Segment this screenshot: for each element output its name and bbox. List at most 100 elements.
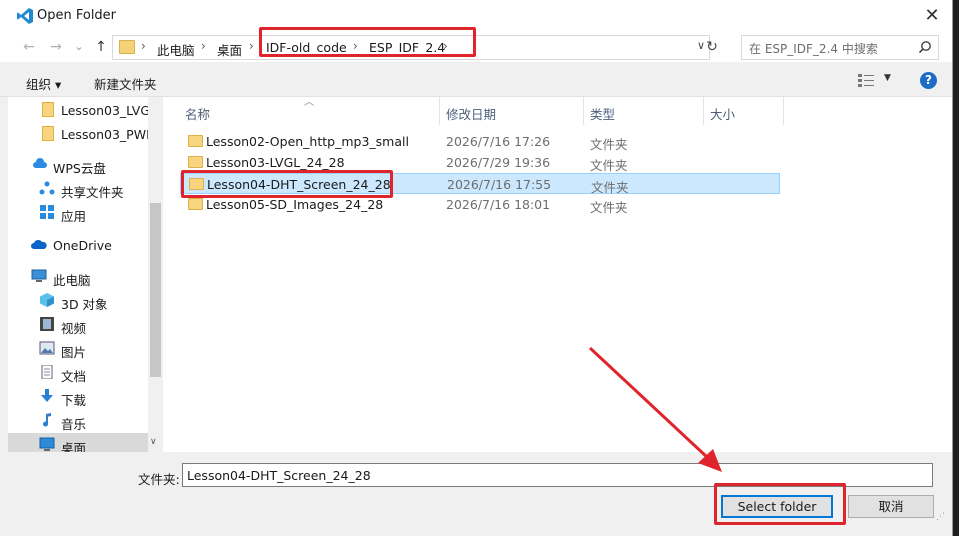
file-name: Lesson03-LVGL_24_28 bbox=[206, 155, 345, 170]
column-header-modified[interactable]: 修改日期 bbox=[440, 97, 584, 125]
video-icon bbox=[40, 317, 54, 331]
sidebar-item-lesson03-pwm[interactable]: Lesson03_PWM bbox=[8, 122, 157, 146]
view-dropdown-icon[interactable]: ▼ bbox=[884, 73, 891, 83]
onedrive-icon bbox=[31, 239, 47, 249]
file-modified: 2026/7/16 17:55 bbox=[447, 177, 552, 192]
folder-icon bbox=[188, 198, 203, 210]
sidebar-item-desktop[interactable]: 桌面 bbox=[8, 433, 148, 452]
sidebar-item-label: 桌面 bbox=[61, 441, 87, 452]
sidebar-item-label: 共享文件夹 bbox=[61, 185, 124, 200]
sidebar-item-wps-cloud[interactable]: WPS云盘 bbox=[8, 153, 148, 177]
cloud-icon bbox=[33, 158, 47, 168]
file-modified: 2026/7/16 18:01 bbox=[446, 197, 551, 212]
select-folder-button[interactable]: Select folder bbox=[721, 495, 833, 518]
sidebar-item-lesson03-lvgl[interactable]: Lesson03_LVGL bbox=[8, 98, 157, 122]
cancel-button[interactable]: 取消 bbox=[848, 495, 934, 518]
recent-locations-button[interactable]: ⌄ bbox=[70, 38, 88, 56]
breadcrumb-this-pc[interactable]: 此电脑 bbox=[157, 40, 195, 59]
sidebar-item-label: OneDrive bbox=[53, 238, 112, 253]
vscode-icon bbox=[17, 8, 33, 24]
folder-icon bbox=[42, 126, 54, 141]
breadcrumb-separator: › bbox=[201, 39, 206, 53]
column-header-label: 名称 bbox=[185, 107, 211, 122]
file-type: 文件夹 bbox=[590, 137, 628, 152]
column-header-size[interactable]: 大小 bbox=[704, 97, 784, 125]
back-button[interactable]: ← bbox=[20, 38, 38, 56]
column-header-label: 大小 bbox=[710, 107, 736, 122]
folder-icon bbox=[189, 178, 204, 190]
document-icon bbox=[41, 365, 53, 379]
address-bar[interactable]: › 此电脑 › 桌面 › IDF-old_code › ESP_IDF_2.4 … bbox=[112, 35, 710, 60]
breadcrumb-esp-idf[interactable]: ESP_IDF_2.4 bbox=[369, 40, 445, 55]
refresh-button[interactable]: ↻ bbox=[704, 39, 720, 55]
file-modified: 2026/7/16 17:26 bbox=[446, 134, 551, 149]
folder-name-input[interactable]: Lesson04-DHT_Screen_24_28 bbox=[182, 463, 933, 487]
navigation-scrollbar[interactable]: ∨ bbox=[148, 97, 163, 452]
computer-icon bbox=[31, 269, 47, 282]
cube-icon bbox=[40, 293, 54, 307]
file-row[interactable]: Lesson02-Open_http_mp3_small 2026/7/16 1… bbox=[180, 131, 780, 152]
file-row[interactable]: Lesson05-SD_Images_24_28 2026/7/16 18:01… bbox=[180, 194, 780, 215]
new-folder-button[interactable]: 新建文件夹 bbox=[94, 74, 157, 93]
search-input[interactable]: 在 ESP_IDF_2.4 中搜索 bbox=[741, 35, 939, 60]
sidebar-item-label: 此电脑 bbox=[53, 273, 91, 288]
sidebar-item-3d-objects[interactable]: 3D 对象 bbox=[8, 289, 148, 313]
breadcrumb-separator: › bbox=[249, 39, 254, 53]
music-icon bbox=[43, 413, 51, 427]
apps-icon bbox=[40, 205, 54, 219]
help-icon[interactable]: ? bbox=[920, 72, 937, 89]
file-row-selected[interactable]: Lesson04-DHT_Screen_24_28 2026/7/16 17:5… bbox=[180, 173, 780, 195]
sidebar-item-label: 图片 bbox=[61, 345, 87, 360]
sidebar-item-shared-folder[interactable]: 共享文件夹 bbox=[8, 177, 148, 201]
file-name: Lesson02-Open_http_mp3_small bbox=[206, 134, 409, 149]
sidebar-item-documents[interactable]: 文档 bbox=[8, 361, 148, 385]
open-folder-dialog: Open Folder ✕ ← → ⌄ ↑ › 此电脑 › 桌面 › IDF-o… bbox=[0, 0, 953, 536]
desktop-icon bbox=[39, 437, 55, 451]
breadcrumb-separator: › bbox=[353, 39, 358, 53]
dialog-footer: 文件夹: Lesson04-DHT_Screen_24_28 Select fo… bbox=[0, 452, 952, 536]
sidebar-item-downloads[interactable]: 下载 bbox=[8, 385, 148, 409]
view-options-icon[interactable] bbox=[858, 73, 874, 87]
window-title: Open Folder bbox=[37, 8, 117, 23]
sidebar-item-onedrive[interactable]: OneDrive bbox=[8, 233, 148, 257]
resize-grip[interactable]: ⋰ bbox=[936, 512, 945, 522]
file-name: Lesson04-DHT_Screen_24_28 bbox=[207, 177, 391, 192]
sidebar-item-label: 应用 bbox=[61, 209, 87, 224]
column-header-name[interactable]: 名称 bbox=[179, 97, 440, 125]
column-header-label: 修改日期 bbox=[446, 107, 497, 122]
breadcrumb-separator: › bbox=[141, 39, 146, 53]
forward-button[interactable]: → bbox=[47, 38, 65, 56]
breadcrumb-separator: › bbox=[443, 39, 448, 53]
sidebar-item-label: 3D 对象 bbox=[61, 297, 108, 312]
scrollbar-thumb[interactable] bbox=[150, 203, 161, 377]
scroll-down-button[interactable]: ∨ bbox=[150, 437, 157, 447]
share-icon bbox=[39, 181, 55, 195]
sidebar-item-label: Lesson03_LVGL bbox=[61, 103, 157, 118]
up-button[interactable]: ↑ bbox=[92, 38, 110, 56]
sidebar-item-music[interactable]: 音乐 bbox=[8, 409, 148, 433]
sidebar-item-label: 音乐 bbox=[61, 417, 87, 432]
breadcrumb-desktop[interactable]: 桌面 bbox=[217, 40, 242, 59]
picture-icon bbox=[39, 341, 55, 355]
sidebar-item-this-pc[interactable]: 此电脑 bbox=[8, 265, 148, 289]
close-button[interactable]: ✕ bbox=[920, 4, 944, 28]
folder-icon bbox=[188, 135, 203, 147]
sidebar-item-label: 下载 bbox=[61, 393, 87, 408]
folder-icon bbox=[42, 102, 54, 117]
command-bar: 组织 ▾ 新建文件夹 ▼ ? bbox=[0, 66, 952, 97]
file-row[interactable]: Lesson03-LVGL_24_28 2026/7/29 19:36 文件夹 bbox=[180, 152, 780, 173]
search-icon[interactable] bbox=[918, 40, 932, 54]
organize-button[interactable]: 组织 ▾ bbox=[26, 74, 61, 93]
sidebar-item-apps[interactable]: 应用 bbox=[8, 201, 148, 225]
folder-field-label: 文件夹: bbox=[138, 472, 180, 487]
navigation-pane: Lesson03_LVGL Lesson03_PWM WPS云盘 共享文件夹 应… bbox=[8, 97, 164, 452]
breadcrumb-idf-old-code[interactable]: IDF-old_code bbox=[266, 40, 347, 55]
file-modified: 2026/7/29 19:36 bbox=[446, 155, 551, 170]
file-list: ︿ 名称 修改日期 类型 大小 Lesson02-Open_http_mp3_s… bbox=[164, 97, 952, 452]
search-placeholder: 在 ESP_IDF_2.4 中搜索 bbox=[749, 42, 878, 56]
column-header-type[interactable]: 类型 bbox=[584, 97, 704, 125]
sidebar-item-videos[interactable]: 视频 bbox=[8, 313, 148, 337]
file-type: 文件夹 bbox=[590, 200, 628, 215]
sidebar-item-pictures[interactable]: 图片 bbox=[8, 337, 148, 361]
column-header-label: 类型 bbox=[590, 107, 616, 122]
